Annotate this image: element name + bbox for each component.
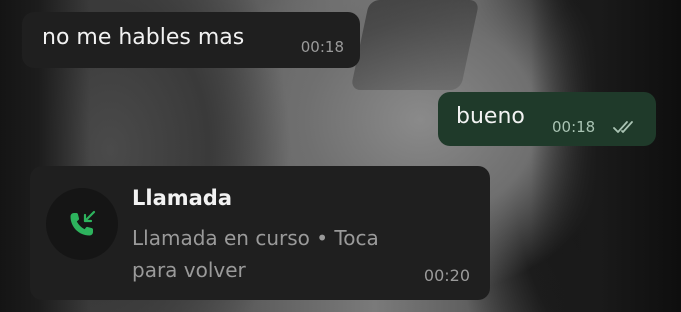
call-subtitle: Llamada en curso • Toca para volver <box>132 226 379 282</box>
call-icon-circle[interactable] <box>46 188 118 260</box>
message-time: 00:18 <box>300 38 344 56</box>
incoming-call-icon <box>70 210 96 236</box>
message-time: 00:18 <box>552 118 596 136</box>
incoming-message-bubble[interactable]: no me hables mas 00:18 <box>22 12 360 68</box>
call-title: Llamada <box>132 186 233 210</box>
message-time: 00:20 <box>423 266 470 285</box>
message-text: no me hables mas <box>42 25 245 50</box>
wallpaper-shadow-right <box>531 0 681 312</box>
message-text: bueno <box>456 104 525 129</box>
wallpaper-detail <box>350 0 480 90</box>
call-message-bubble[interactable]: Llamada Llamada en curso • Toca para vol… <box>30 166 490 300</box>
double-check-icon <box>613 121 633 133</box>
outgoing-message-bubble[interactable]: bueno 00:18 <box>438 92 656 146</box>
